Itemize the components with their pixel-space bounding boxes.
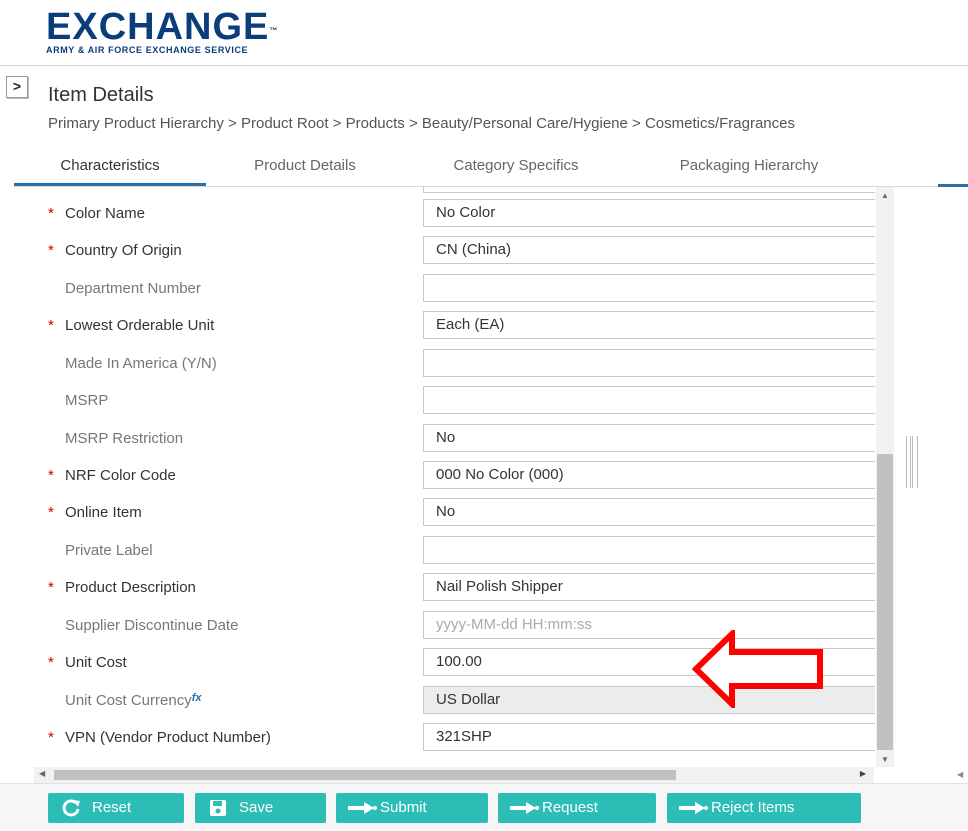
color-name-field[interactable]: No Color [423, 199, 875, 227]
required-marker: * [48, 579, 54, 596]
tab-packaging-hierarchy[interactable]: Packaging Hierarchy [644, 150, 854, 186]
arrow-right-icon [679, 793, 708, 823]
header-divider [0, 65, 968, 66]
nrf-color-code-field[interactable]: 000 No Color (000) [423, 461, 875, 489]
annotation-arrow-icon [692, 630, 823, 708]
field-row-color-name: * Color Name No Color [14, 196, 876, 233]
arrow-right-icon [510, 793, 539, 823]
horizontal-scrollbar[interactable]: ◀ ▶ [34, 767, 874, 783]
request-button[interactable]: Request [498, 793, 656, 823]
private-label-field[interactable] [423, 536, 875, 564]
scroll-right-icon[interactable]: ▶ [860, 769, 866, 778]
field-label: Unit Cost Currencyfx [65, 692, 202, 709]
tab-characteristics[interactable]: Characteristics [14, 150, 206, 186]
field-label: MSRP Restriction [65, 430, 184, 447]
required-marker: * [48, 317, 54, 334]
vertical-scroll-thumb[interactable] [877, 454, 893, 750]
tab-category-specifics[interactable]: Category Specifics [418, 150, 614, 186]
field-label: Product Description [65, 579, 196, 596]
action-bar: Reset Save Submit Request Reject Items [0, 783, 968, 831]
field-label: Supplier Discontinue Date [65, 617, 239, 634]
field-row-lowest-orderable-unit: * Lowest Orderable Unit Each (EA) [14, 308, 876, 345]
arrow-right-icon [348, 793, 377, 823]
field-row-online-item: * Online Item No [14, 495, 876, 532]
required-marker: * [48, 654, 54, 671]
field-label: Unit Cost [65, 654, 127, 671]
product-description-field[interactable]: Nail Polish Shipper [423, 573, 875, 601]
required-marker: * [48, 729, 54, 746]
submit-button[interactable]: Submit [336, 793, 488, 823]
field-row-department-number: Department Number [14, 271, 876, 308]
reject-items-label: Reject Items [711, 799, 795, 816]
breadcrumb: Primary Product Hierarchy > Product Root… [48, 115, 795, 132]
msrp-restriction-field[interactable]: No [423, 424, 875, 452]
scroll-up-icon[interactable]: ▲ [881, 191, 889, 200]
required-marker: * [48, 242, 54, 259]
field-row-country-of-origin: * Country Of Origin CN (China) [14, 233, 876, 270]
required-marker: * [48, 205, 54, 222]
page-title: Item Details [48, 84, 154, 106]
online-item-field[interactable]: No [423, 498, 875, 526]
scroll-left-icon[interactable]: ◀ [39, 769, 45, 778]
field-label: MSRP [65, 392, 109, 409]
scroll-left-icon[interactable]: ◀ [957, 770, 963, 779]
save-button[interactable]: Save [195, 793, 326, 823]
logo-wordmark: EXCHANGE™ [46, 6, 279, 48]
required-marker: * [48, 504, 54, 521]
save-label: Save [239, 799, 274, 816]
refresh-icon [60, 793, 82, 823]
horizontal-scroll-thumb[interactable] [54, 770, 676, 780]
field-label: Online Item [65, 504, 142, 521]
field-label: Made In America (Y/N) [65, 355, 217, 372]
reset-button[interactable]: Reset [48, 793, 184, 823]
tab-accent-edge [938, 184, 968, 187]
msrp-field[interactable] [423, 386, 875, 414]
lowest-orderable-unit-field[interactable]: Each (EA) [423, 311, 875, 339]
field-row-vpn: * VPN (Vendor Product Number) 321SHP [14, 720, 876, 757]
vertical-scrollbar[interactable]: ▲ ▼ [876, 187, 894, 767]
sidebar-toggle-button[interactable]: > [6, 76, 28, 98]
field-row-nrf-color-code: * NRF Color Code 000 No Color (000) [14, 458, 876, 495]
reset-label: Reset [92, 799, 132, 816]
panel-resize-handle[interactable] [906, 436, 918, 488]
vpn-field[interactable]: 321SHP [423, 723, 875, 751]
field-label: Country Of Origin [65, 242, 182, 259]
field-label: Department Number [65, 280, 201, 297]
field-row-msrp-restriction: MSRP Restriction No [14, 421, 876, 458]
field-label: VPN (Vendor Product Number) [65, 729, 271, 746]
country-of-origin-field[interactable]: CN (China) [423, 236, 875, 264]
tab-product-details[interactable]: Product Details [222, 150, 388, 186]
field-row-product-description: * Product Description Nail Polish Shippe… [14, 570, 876, 607]
exchange-logo: EXCHANGE™ ARMY & AIR FORCE EXCHANGE SERV… [46, 8, 278, 55]
made-in-america-field[interactable] [423, 349, 875, 377]
field-label: Lowest Orderable Unit [65, 317, 215, 334]
field-label: NRF Color Code [65, 467, 176, 484]
save-icon [207, 793, 229, 823]
tab-bar: Characteristics Product Details Category… [14, 150, 968, 187]
department-number-field[interactable] [423, 274, 875, 302]
logo-subtitle: ARMY & AIR FORCE EXCHANGE SERVICE [46, 45, 249, 55]
reject-items-button[interactable]: Reject Items [667, 793, 861, 823]
field-label: Color Name [65, 205, 146, 222]
field-row-private-label: Private Label [14, 533, 876, 570]
submit-label: Submit [380, 799, 427, 816]
field-row-msrp: MSRP [14, 383, 876, 420]
field-row-made-in-america: Made In America (Y/N) [14, 346, 876, 383]
formula-icon: fx [191, 692, 202, 704]
previous-field-partial[interactable] [423, 187, 875, 193]
field-label: Private Label [65, 542, 153, 559]
scroll-down-icon[interactable]: ▼ [881, 755, 889, 764]
required-marker: * [48, 467, 54, 484]
request-label: Request [542, 799, 598, 816]
